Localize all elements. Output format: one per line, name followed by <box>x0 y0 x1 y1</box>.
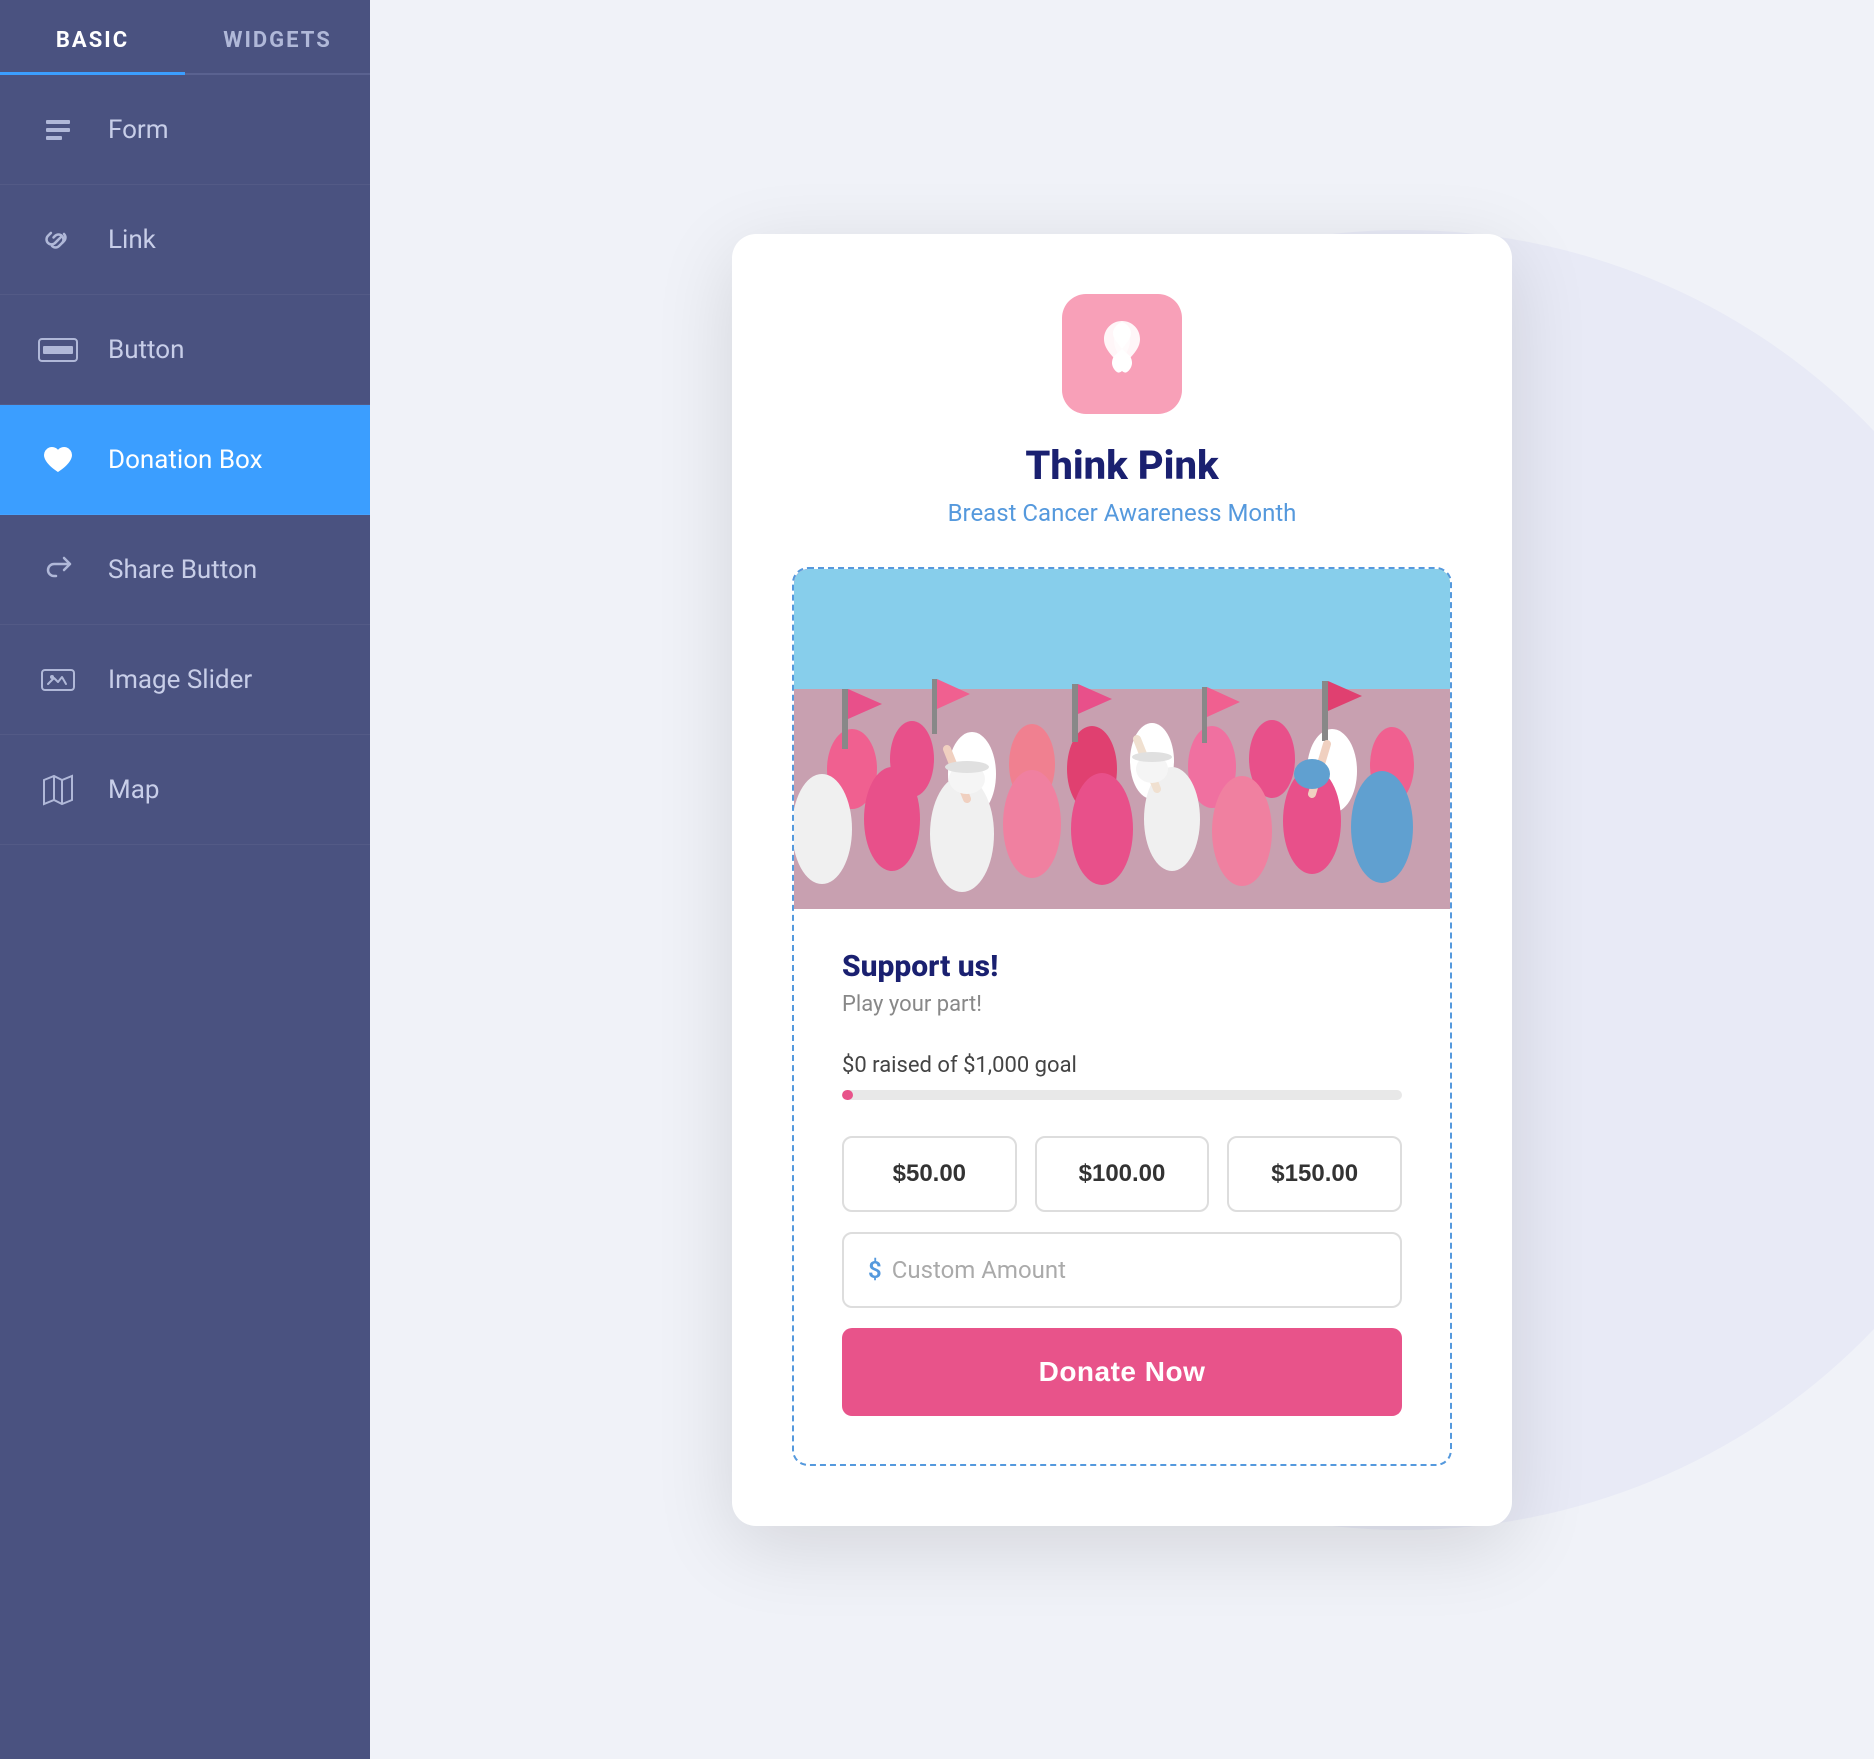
share-button-label: Share Button <box>108 555 257 585</box>
support-subtitle: Play your part! <box>842 992 1402 1017</box>
amount-btn-100[interactable]: $100.00 <box>1035 1136 1210 1212</box>
main-container: BASIC WIDGETS Form Link <box>0 0 1874 1759</box>
amount-btn-50[interactable]: $50.00 <box>842 1136 1017 1212</box>
sidebar-item-button[interactable]: Button <box>0 295 370 405</box>
progress-bar <box>842 1090 1402 1100</box>
progress-label: $0 raised of $1,000 goal <box>842 1053 1402 1078</box>
dollar-sign: $ <box>868 1256 882 1284</box>
heart-icon <box>36 438 80 482</box>
sidebar-item-share-button[interactable]: Share Button <box>0 515 370 625</box>
card-title: Think Pink <box>792 442 1452 489</box>
custom-amount-placeholder: Custom Amount <box>892 1256 1066 1284</box>
custom-amount-field[interactable]: $ Custom Amount <box>842 1232 1402 1308</box>
donation-box-label: Donation Box <box>108 445 263 475</box>
amount-btn-150[interactable]: $150.00 <box>1227 1136 1402 1212</box>
sidebar-item-form[interactable]: Form <box>0 75 370 185</box>
support-title: Support us! <box>842 949 1402 984</box>
tab-widgets[interactable]: WIDGETS <box>185 0 370 73</box>
donation-content: Support us! Play your part! $0 raised of… <box>794 909 1450 1464</box>
sidebar-item-map[interactable]: Map <box>0 735 370 845</box>
donation-widget: Support us! Play your part! $0 raised of… <box>792 567 1452 1466</box>
content-area: Think Pink Breast Cancer Awareness Month <box>370 0 1874 1759</box>
button-icon <box>36 328 80 372</box>
progress-bar-fill <box>842 1090 853 1100</box>
button-label: Button <box>108 335 184 365</box>
form-icon <box>36 108 80 152</box>
sidebar-item-image-slider[interactable]: Image Slider <box>0 625 370 735</box>
sidebar-tabs: BASIC WIDGETS <box>0 0 370 75</box>
image-slider-label: Image Slider <box>108 665 252 695</box>
tab-basic[interactable]: BASIC <box>0 0 185 73</box>
sidebar-item-donation-box[interactable]: Donation Box <box>0 405 370 515</box>
map-icon <box>36 768 80 812</box>
donation-image <box>794 569 1450 909</box>
preview-card: Think Pink Breast Cancer Awareness Month <box>732 234 1512 1526</box>
link-icon <box>36 218 80 262</box>
ribbon-icon <box>1092 311 1152 396</box>
link-label: Link <box>108 225 156 255</box>
ribbon-icon-wrap <box>1062 294 1182 414</box>
form-label: Form <box>108 115 169 145</box>
card-header: Think Pink Breast Cancer Awareness Month <box>792 294 1452 527</box>
sidebar: BASIC WIDGETS Form Link <box>0 0 370 1759</box>
image-slider-icon <box>36 658 80 702</box>
sidebar-item-link[interactable]: Link <box>0 185 370 295</box>
share-icon <box>36 548 80 592</box>
amount-buttons: $50.00 $100.00 $150.00 <box>842 1136 1402 1212</box>
map-label: Map <box>108 775 159 805</box>
donate-now-button[interactable]: Donate Now <box>842 1328 1402 1416</box>
card-subtitle: Breast Cancer Awareness Month <box>792 499 1452 527</box>
